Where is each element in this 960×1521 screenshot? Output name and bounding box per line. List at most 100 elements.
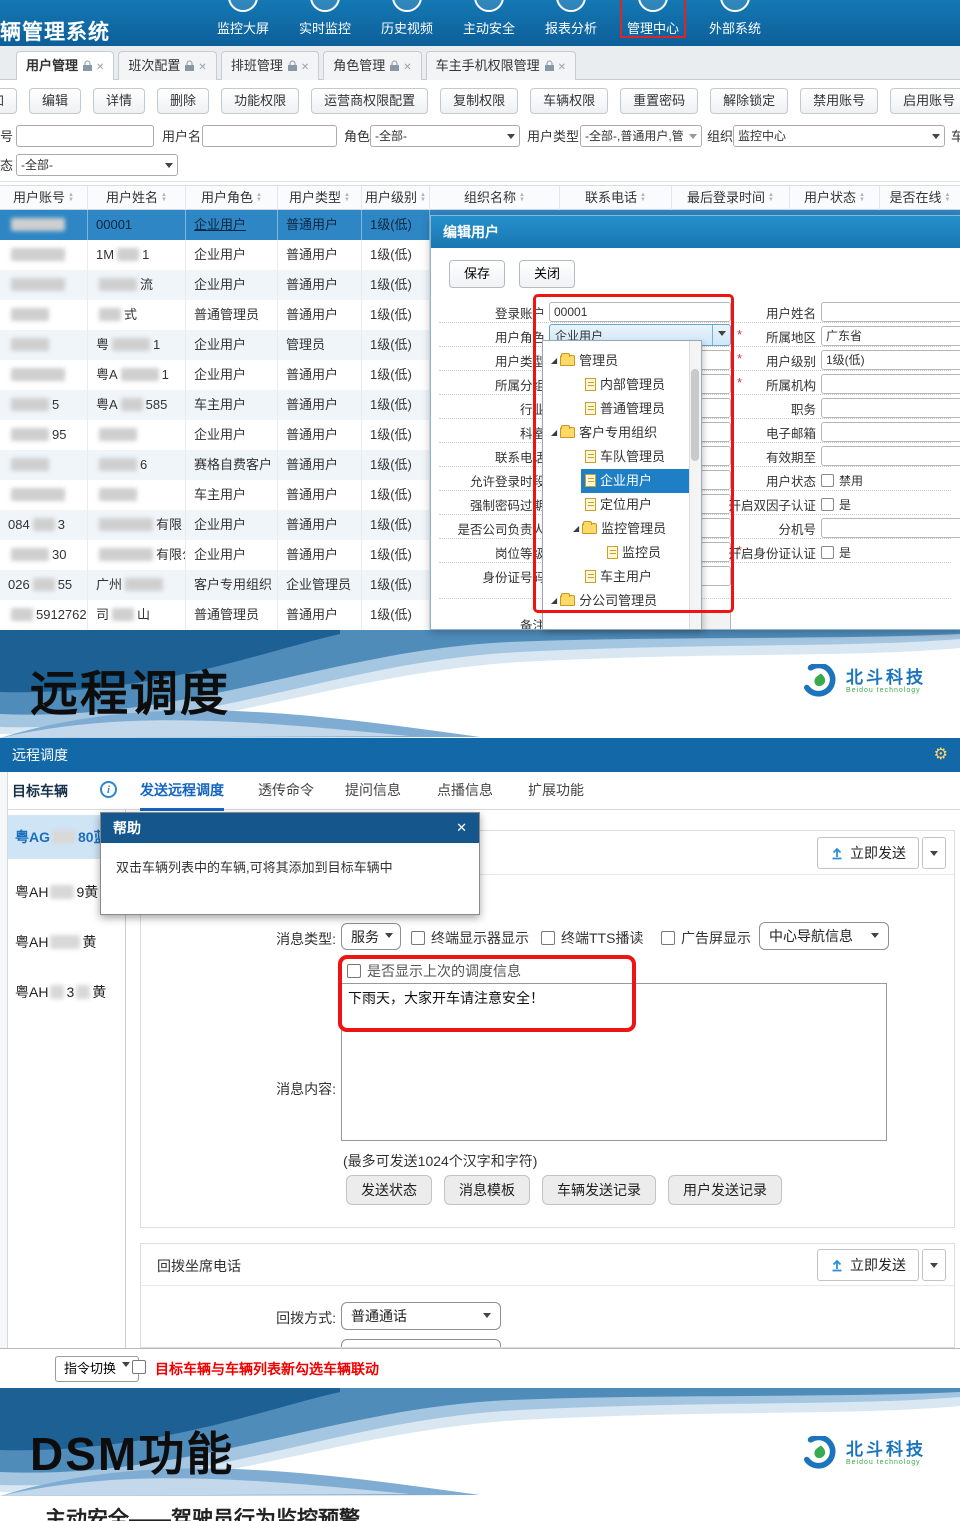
close-icon[interactable]: [301, 62, 309, 73]
nav-history-video[interactable]: 历史视频: [366, 0, 448, 46]
tree-item[interactable]: 车主用户: [543, 565, 689, 589]
vehicle-item[interactable]: 粤AH黄: [8, 920, 125, 964]
user-send-record-button[interactable]: 用户发送记录: [668, 1175, 782, 1205]
send-options-button[interactable]: [922, 837, 946, 869]
tab-shift-config[interactable]: 班次配置: [118, 51, 216, 80]
col-last-login[interactable]: 最后登录时间: [672, 186, 790, 210]
extension-input[interactable]: [821, 518, 960, 538]
link-vehicles-checkbox[interactable]: [132, 1360, 146, 1374]
user-status-checkbox[interactable]: 禁用: [821, 472, 863, 489]
delete-button[interactable]: 删除: [157, 88, 209, 114]
nav-active-safety[interactable]: 主动安全: [448, 0, 530, 46]
tree-item-folder[interactable]: 分公司管理员: [543, 589, 689, 613]
account-filter-input[interactable]: [16, 125, 154, 147]
tab-send-dispatch[interactable]: 发送远程调度: [140, 780, 224, 811]
nav-info-select[interactable]: 中心导航信息: [759, 922, 889, 950]
close-icon[interactable]: [558, 62, 566, 73]
id-auth-checkbox[interactable]: 是: [821, 544, 851, 561]
ad-screen-checkbox[interactable]: 广告屏显示: [661, 928, 751, 948]
checkbox-icon: [821, 498, 834, 511]
usertype-filter-select[interactable]: -全部-,普通用户,管理: [580, 125, 702, 147]
message-content-textarea[interactable]: 下雨天，大家开车请注意安全！: [341, 983, 887, 1141]
show-last-dispatch-checkbox[interactable]: 是否显示上次的调度信息: [347, 961, 521, 981]
tab-passthrough-command[interactable]: 透传命令: [258, 780, 314, 808]
scrollbar-thumb[interactable]: [691, 369, 699, 461]
edit-button[interactable]: 编辑: [29, 88, 81, 114]
org-filter-select[interactable]: 监控中心: [733, 125, 945, 147]
operator-permission-button[interactable]: 运营商权限配置: [311, 88, 428, 114]
send-status-button[interactable]: 发送状态: [346, 1175, 432, 1205]
tree-item-folder[interactable]: 监控管理员: [543, 517, 689, 541]
col-role[interactable]: 用户角色: [186, 186, 278, 210]
send-now-button[interactable]: 立即发送: [817, 837, 919, 869]
tab-question-info[interactable]: 提问信息: [345, 780, 401, 808]
col-phone[interactable]: 联系电话: [560, 186, 672, 210]
col-online[interactable]: 是否在线: [880, 186, 960, 210]
valid-until-input[interactable]: [821, 446, 960, 466]
user-level-input[interactable]: 1级(低): [821, 350, 960, 370]
gear-icon[interactable]: [934, 738, 948, 772]
col-level[interactable]: 用户级别: [362, 186, 430, 210]
tab-schedule-management[interactable]: 排班管理: [221, 51, 319, 80]
tree-item[interactable]: 定位用户: [543, 493, 689, 517]
username-filter-input[interactable]: [202, 125, 337, 147]
info-icon[interactable]: i: [100, 781, 117, 798]
copy-permission-button[interactable]: 复制权限: [440, 88, 518, 114]
tab-extended-function[interactable]: 扩展功能: [528, 780, 584, 808]
nav-monitor-screen[interactable]: 监控大屏: [202, 0, 284, 46]
close-icon[interactable]: [198, 62, 206, 73]
close-button[interactable]: 关闭: [519, 260, 575, 288]
col-usertype[interactable]: 用户类型: [278, 186, 362, 210]
email-input[interactable]: [821, 422, 960, 442]
two-factor-checkbox[interactable]: 是: [821, 496, 851, 513]
add-button[interactable]: 加: [0, 88, 17, 114]
user-name-input[interactable]: [821, 302, 960, 322]
col-status[interactable]: 用户状态: [790, 186, 880, 210]
vehicle-item[interactable]: 粤AH3黄: [8, 970, 125, 1014]
callback-mode-select[interactable]: 普通通话: [341, 1302, 501, 1330]
job-title-input[interactable]: [821, 398, 960, 418]
message-type-select[interactable]: 服务: [341, 923, 401, 950]
tab-owner-phone-permission[interactable]: 车主手机权限管理: [426, 51, 576, 80]
col-account[interactable]: 用户账号: [0, 186, 88, 210]
close-icon[interactable]: ✕: [456, 813, 467, 843]
detail-button[interactable]: 详情: [93, 88, 145, 114]
tab-user-management[interactable]: 用户管理: [16, 51, 114, 80]
col-username[interactable]: 用户姓名: [88, 186, 186, 210]
region-input[interactable]: 广东省: [821, 326, 960, 346]
tree-item-selected[interactable]: 企业用户: [581, 469, 693, 493]
nav-report-analysis[interactable]: 报表分析: [530, 0, 612, 46]
tree-item[interactable]: 监控员: [543, 541, 689, 565]
role-filter-select[interactable]: -全部-: [370, 125, 520, 147]
vehicle-send-record-button[interactable]: 车辆发送记录: [542, 1175, 656, 1205]
disable-account-button[interactable]: 禁用账号: [800, 88, 878, 114]
institution-input[interactable]: [821, 374, 960, 394]
scrollbar[interactable]: [689, 341, 701, 630]
close-icon[interactable]: [403, 62, 411, 73]
nav-external-system[interactable]: 外部系统: [694, 0, 776, 46]
terminal-tts-checkbox[interactable]: 终端TTS播读: [541, 928, 643, 948]
nav-realtime-monitor[interactable]: 实时监控: [284, 0, 366, 46]
vehicle-permission-button[interactable]: 车辆权限: [530, 88, 608, 114]
status-filter-select[interactable]: -全部-: [16, 154, 178, 176]
enable-account-button[interactable]: 启用账号: [890, 88, 960, 114]
terminal-display-checkbox[interactable]: 终端显示器显示: [411, 928, 529, 948]
message-template-button[interactable]: 消息模板: [444, 1175, 530, 1205]
callback-number-input[interactable]: [341, 1339, 501, 1348]
unlock-button[interactable]: 解除锁定: [710, 88, 788, 114]
command-switch-button[interactable]: 指令切换: [55, 1356, 139, 1382]
function-permission-button[interactable]: 功能权限: [221, 88, 299, 114]
close-icon[interactable]: [96, 62, 104, 73]
reset-password-button[interactable]: 重置密码: [620, 88, 698, 114]
tab-broadcast-info[interactable]: 点播信息: [437, 780, 493, 808]
col-org[interactable]: 组织名称: [430, 186, 560, 210]
tree-item[interactable]: 内部管理员: [543, 373, 689, 397]
tab-role-management[interactable]: 角色管理: [323, 51, 421, 80]
tree-item[interactable]: 车队管理员: [543, 445, 689, 469]
tree-item-folder[interactable]: 客户专用组织: [543, 421, 689, 445]
tree-item[interactable]: 普通管理员: [543, 397, 689, 421]
save-button[interactable]: 保存: [449, 260, 505, 288]
send-now-button[interactable]: 立即发送: [817, 1249, 919, 1281]
tree-item-folder[interactable]: 管理员: [543, 349, 689, 373]
send-options-button[interactable]: [922, 1249, 946, 1281]
